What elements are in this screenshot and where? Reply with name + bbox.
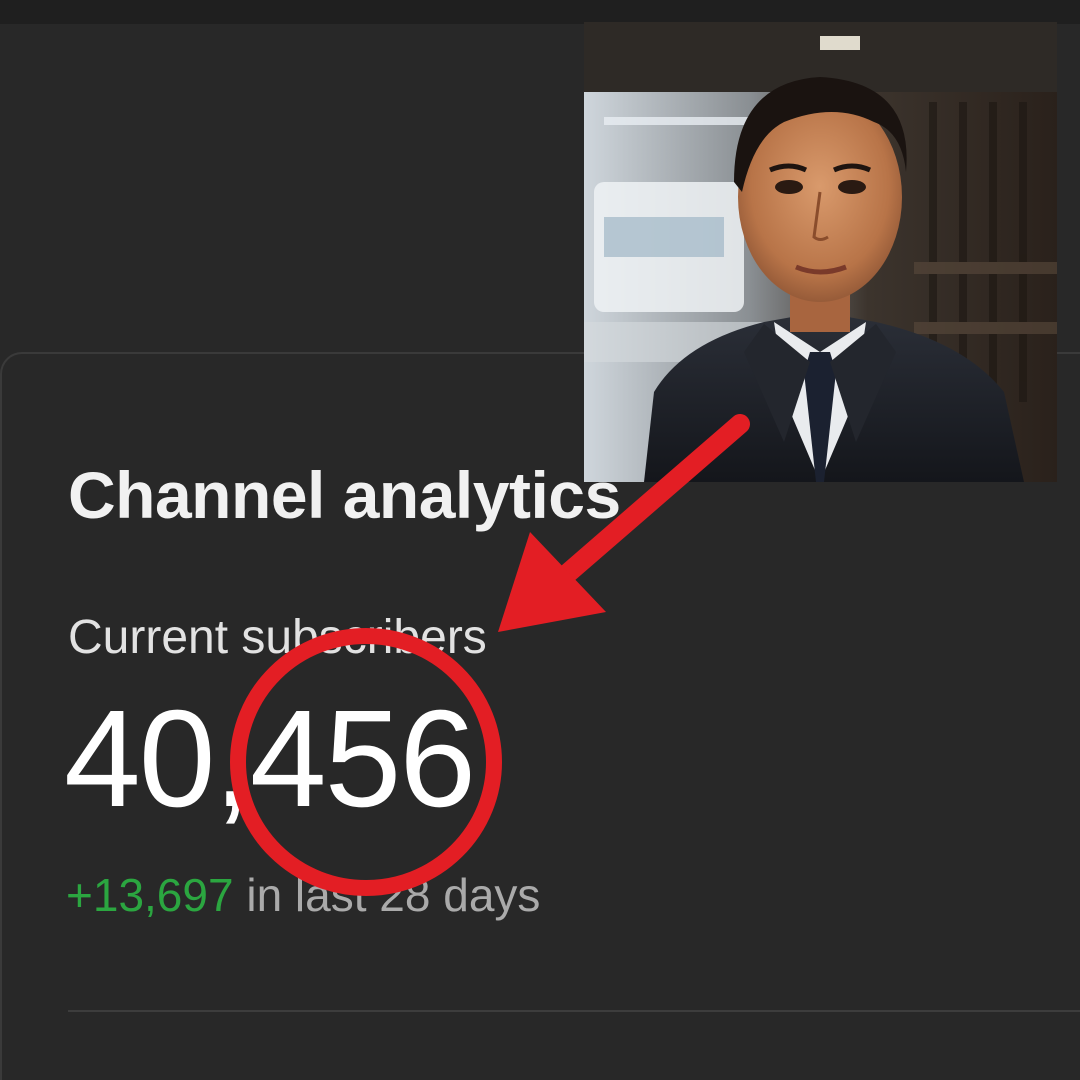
card-title: Channel analytics (68, 458, 621, 532)
subscribers-delta: +13,697 in last 28 days (66, 872, 540, 918)
delta-value: +13,697 (66, 869, 234, 921)
man-in-suit-portrait-image (584, 22, 1057, 482)
page: Channel analytics Current subscribers 40… (0, 0, 1080, 1080)
divider (68, 1010, 1080, 1012)
delta-suffix: in last 28 days (233, 869, 541, 921)
subscribers-label: Current subscribers (68, 611, 487, 664)
subscribers-count: 40,456 (64, 682, 476, 836)
top-strip (0, 0, 1080, 24)
